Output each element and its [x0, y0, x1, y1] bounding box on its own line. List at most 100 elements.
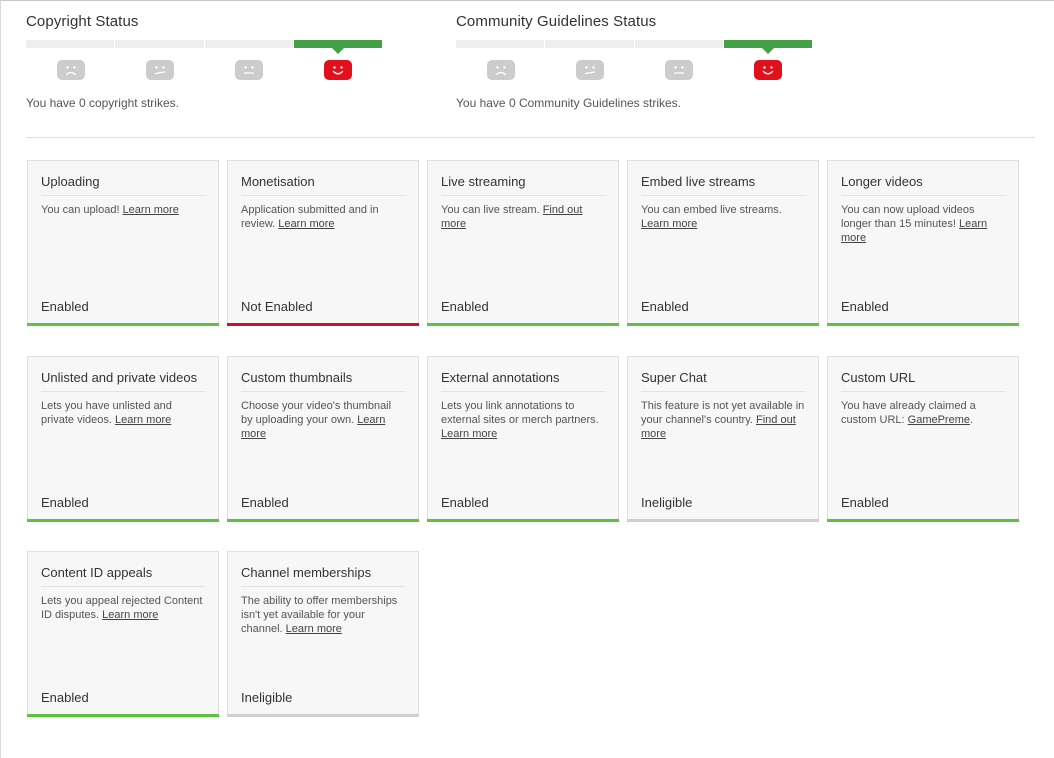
feature-card-description-text: You can embed live streams. [641, 204, 782, 216]
feature-card-uploading: Uploading You can upload! Learn more Enabl… [27, 160, 219, 326]
feature-card-super-chat: Super Chat This feature is not yet availa… [627, 356, 819, 522]
feature-card-description-text: You can upload! [41, 204, 123, 216]
feature-card-title: Custom URL [841, 357, 1005, 392]
copyright-status-title: Copyright Status [26, 13, 139, 30]
feature-status-bar [227, 519, 419, 522]
feature-card-link[interactable]: Learn more [278, 218, 334, 230]
feature-card-body: Live streaming You can live stream. Find … [441, 161, 605, 231]
feature-status-bar [627, 323, 819, 326]
copyright-strike-segment [204, 40, 293, 48]
feature-status-bar [27, 323, 219, 326]
feature-card-description-text: Lets you link annotations to external si… [441, 400, 599, 426]
feature-card-channel-memberships: Channel memberships The ability to offer … [227, 551, 419, 717]
happy-face-icon [753, 60, 782, 80]
neutral-face-icon [234, 60, 263, 80]
feature-card-description: You can now upload videos longer than 15… [841, 203, 1005, 245]
feature-card-status: Enabled [41, 299, 89, 314]
feature-status-bar [627, 519, 819, 522]
copyright-face-cell [115, 60, 204, 84]
community-face-cell [634, 60, 723, 84]
feature-card-body: Super Chat This feature is not yet availa… [641, 357, 805, 441]
feature-card-status: Enabled [241, 495, 289, 510]
feature-status-bar [827, 323, 1019, 326]
community-strike-segment [634, 40, 723, 48]
community-strike-text: You have 0 Community Guidelines strikes. [456, 96, 681, 110]
feature-card-status: Enabled [841, 495, 889, 510]
feature-card-body: Monetisation Application submitted and in… [241, 161, 405, 231]
community-strike-segment [545, 40, 634, 48]
feature-card-content-id-appeals: Content ID appeals Lets you appeal reject… [27, 551, 219, 717]
feature-card-description: This feature is not yet available in you… [641, 399, 805, 441]
feature-card-body: External annotations Lets you link annota… [441, 357, 605, 441]
feature-card-description-text: You can now upload videos longer than 15… [841, 204, 975, 230]
feature-card-body: Custom URL You have already claimed a cus… [841, 357, 1005, 427]
community-strike-segment [456, 40, 545, 48]
copyright-faces [26, 60, 382, 84]
feature-card-title: Custom thumbnails [241, 357, 405, 392]
feature-card-live-streaming: Live streaming You can live stream. Find … [427, 160, 619, 326]
feature-card-description: Lets you have unlisted and private video… [41, 399, 205, 427]
feature-card-title: External annotations [441, 357, 605, 392]
feature-card-body: Embed live streams You can embed live str… [641, 161, 805, 231]
feature-status-bar [427, 519, 619, 522]
community-status-section: Community Guidelines Status You have 0 C… [456, 13, 816, 110]
feature-card-title: Uploading [41, 161, 205, 196]
feature-card-title: Longer videos [841, 161, 1005, 196]
sad-face-icon [56, 60, 85, 80]
copyright-face-cell [293, 60, 382, 84]
feature-card-description: You can embed live streams. Learn more [641, 203, 805, 231]
feature-card-status: Enabled [441, 299, 489, 314]
feature-card-body: Unlisted and private videos Lets you have… [41, 357, 205, 427]
feature-card-title: Super Chat [641, 357, 805, 392]
community-strike-bar [456, 40, 812, 54]
neutral-face-icon [664, 60, 693, 80]
feature-card-monetisation: Monetisation Application submitted and in… [227, 160, 419, 326]
feature-card-status: Enabled [441, 495, 489, 510]
feature-status-bar [427, 323, 619, 326]
feature-card-body: Channel memberships The ability to offer … [241, 552, 405, 636]
feature-status-bar [227, 714, 419, 717]
copyright-strike-segment [115, 40, 204, 48]
community-face-cell [723, 60, 812, 84]
feature-card-status: Enabled [841, 299, 889, 314]
community-strike-segment [723, 40, 812, 54]
feature-card-description: You have already claimed a custom URL: G… [841, 399, 1005, 427]
copyright-status-section: Copyright Status You have 0 copyright st… [26, 13, 386, 110]
feature-card-link[interactable]: Learn more [115, 414, 171, 426]
feature-card-link[interactable]: GamePreme [908, 414, 970, 426]
feature-status-bar [227, 323, 419, 326]
feature-card-status: Enabled [41, 495, 89, 510]
feature-card-title: Content ID appeals [41, 552, 205, 587]
feature-card-description: You can live stream. Find out more [441, 203, 605, 231]
feature-card-link[interactable]: Learn more [441, 428, 497, 440]
feature-card-title: Live streaming [441, 161, 605, 196]
feature-card-custom-url: Custom URL You have already claimed a cus… [827, 356, 1019, 522]
feature-card-title: Embed live streams [641, 161, 805, 196]
feature-card-status: Enabled [641, 299, 689, 314]
feature-card-link[interactable]: Learn more [102, 609, 158, 621]
feature-card-title: Monetisation [241, 161, 405, 196]
feature-card-link[interactable]: Learn more [641, 218, 697, 230]
copyright-face-cell [204, 60, 293, 84]
feature-card-unlisted-private: Unlisted and private videos Lets you have… [27, 356, 219, 522]
happy-face-icon [323, 60, 352, 80]
feature-card-link[interactable]: Learn more [286, 623, 342, 635]
sad-face-icon [486, 60, 515, 80]
feature-card-body: Longer videos You can now upload videos l… [841, 161, 1005, 245]
community-face-cell [456, 60, 545, 84]
meh-face-icon [145, 60, 174, 80]
feature-card-description-text: You can live stream. [441, 204, 543, 216]
feature-card-description: Choose your video's thumbnail by uploadi… [241, 399, 405, 441]
feature-card-body: Custom thumbnails Choose your video's thu… [241, 357, 405, 441]
feature-status-bar [827, 519, 1019, 522]
feature-card-body: Uploading You can upload! Learn more [41, 161, 205, 217]
copyright-strike-bar [26, 40, 382, 54]
community-faces [456, 60, 812, 84]
feature-card-status: Not Enabled [241, 299, 313, 314]
copyright-strike-text: You have 0 copyright strikes. [26, 96, 179, 110]
copyright-strike-segment [26, 40, 115, 48]
feature-card-longer-videos: Longer videos You can now upload videos l… [827, 160, 1019, 326]
feature-card-embed-live-streams: Embed live streams You can embed live str… [627, 160, 819, 326]
feature-card-description: Application submitted and in review. Lea… [241, 203, 405, 231]
feature-card-link[interactable]: Learn more [123, 204, 179, 216]
